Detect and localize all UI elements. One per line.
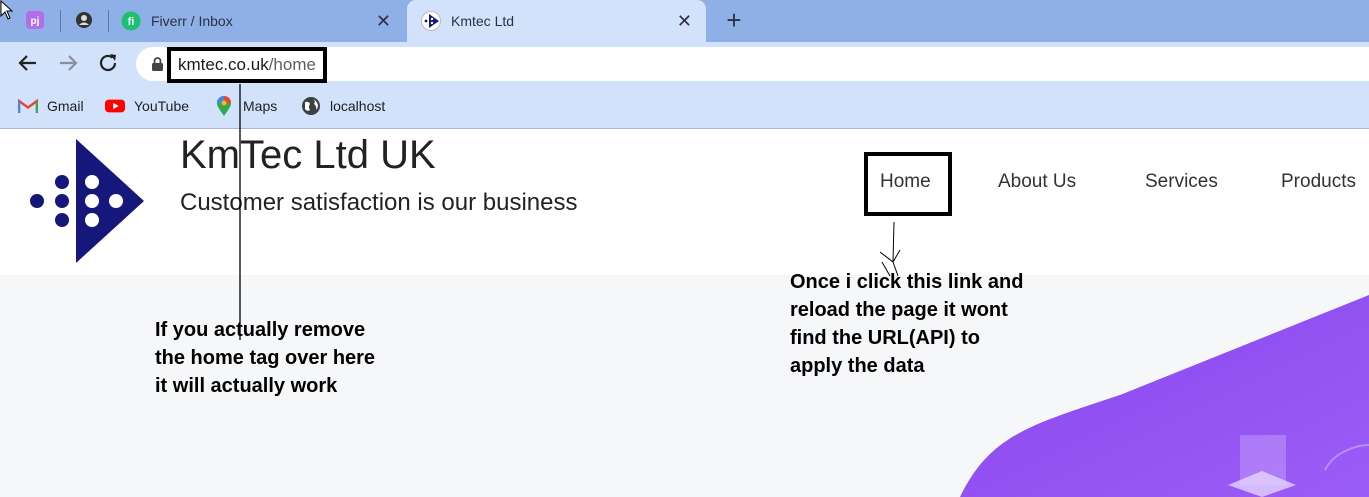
url-host: kmtec.co.uk	[178, 55, 269, 74]
tab-separator	[108, 10, 109, 32]
nav-about-us[interactable]: About Us	[998, 171, 1076, 193]
bookmark-localhost[interactable]: localhost	[301, 95, 385, 117]
mouse-cursor-icon	[0, 0, 14, 20]
svg-text:fi: fi	[128, 16, 135, 28]
tab-fiverr-inbox[interactable]: fi Fiverr / Inbox ✕	[112, 2, 405, 40]
lock-icon	[152, 57, 163, 71]
close-tab-icon[interactable]: ✕	[677, 11, 692, 32]
site-header: KmTec Ltd UK Customer satisfaction is ou…	[0, 129, 1369, 275]
close-tab-icon[interactable]: ✕	[376, 11, 391, 32]
globe-icon	[301, 96, 321, 116]
tab-label: Fiverr / Inbox	[151, 13, 233, 29]
nav-services[interactable]: Services	[1145, 171, 1218, 193]
maps-icon	[214, 96, 234, 116]
tab-kmtec[interactable]: Kmtec Ltd ✕	[407, 0, 706, 42]
forward-icon[interactable]	[56, 52, 80, 76]
gmail-icon	[18, 96, 38, 116]
pj-app-icon[interactable]: pj	[24, 9, 46, 31]
bookmark-gmail[interactable]: Gmail	[18, 95, 84, 117]
bookmark-label: YouTube	[134, 98, 190, 114]
annotation-right: Once i click this link and reload the pa…	[790, 271, 1024, 377]
kmtec-icon	[421, 11, 441, 31]
bookmark-label: localhost	[330, 98, 386, 114]
brand-name: KmTec Ltd UK	[180, 133, 436, 177]
new-tab-button[interactable]: +	[723, 6, 745, 34]
url-path: /home	[268, 55, 316, 74]
kmtec-logo	[26, 139, 148, 263]
browser-toolbar: kmtec.co.uk/home	[0, 42, 1369, 86]
back-icon[interactable]	[16, 52, 40, 76]
annotation-left: If you actually remove the home tag over…	[155, 319, 376, 397]
bookmark-label: Gmail	[47, 98, 84, 114]
address-bar[interactable]: kmtec.co.uk/home	[136, 47, 1369, 83]
tagline: Customer satisfaction is our business	[180, 189, 578, 216]
bookmarks-bar: Gmail YouTube Maps localhost	[0, 86, 1369, 129]
reload-icon[interactable]	[96, 52, 120, 76]
tab-separator	[60, 10, 61, 32]
url-highlight-box: kmtec.co.uk/home	[167, 47, 327, 83]
youtube-icon	[105, 96, 125, 116]
user-profile-icon[interactable]	[73, 9, 95, 31]
tab-label: Kmtec Ltd	[451, 13, 515, 29]
bookmark-maps[interactable]: Maps	[214, 95, 277, 117]
nav-home[interactable]: Home	[880, 171, 931, 193]
svg-text:pj: pj	[31, 16, 40, 27]
tab-strip: pj fi Fiverr / Inbox ✕ Kmtec Ltd ✕ +	[0, 0, 1369, 42]
nav-products[interactable]: Products	[1281, 171, 1356, 193]
bookmark-youtube[interactable]: YouTube	[105, 95, 189, 117]
fiverr-icon: fi	[121, 11, 141, 31]
bookmark-label: Maps	[243, 98, 278, 114]
